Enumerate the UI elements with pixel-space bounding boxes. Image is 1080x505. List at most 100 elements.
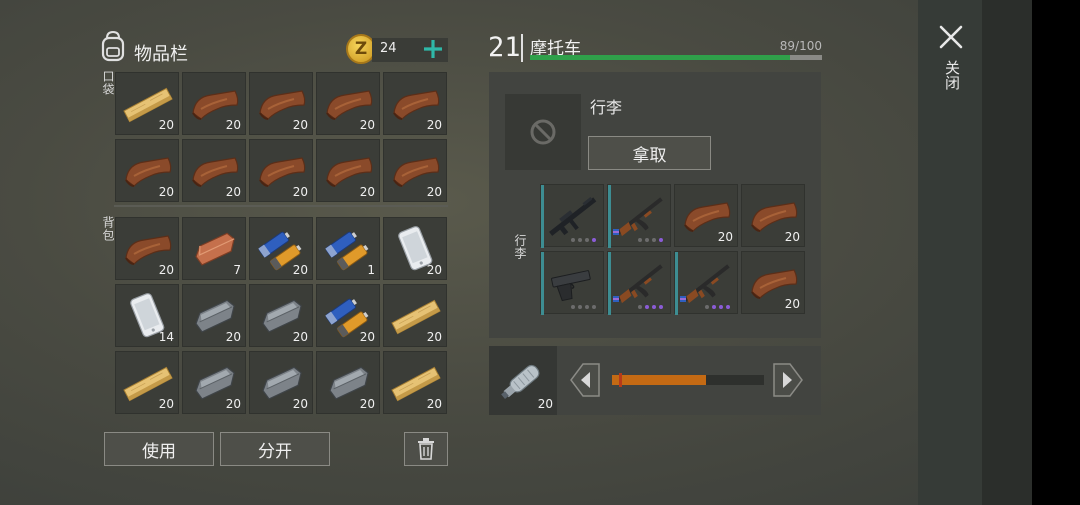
add-coins-button[interactable] (420, 36, 446, 62)
item-count: 20 (426, 185, 442, 199)
item-count: 20 (225, 397, 241, 411)
fuel-slot[interactable]: 20 (489, 346, 557, 415)
item-count: 20 (426, 397, 442, 411)
item-count: 20 (292, 118, 308, 132)
storage-slot-leather[interactable]: 20 (741, 251, 805, 314)
backpack-slot-plank[interactable]: 20 (115, 351, 179, 414)
no-item-icon (530, 119, 556, 145)
arrow-right-icon (773, 363, 803, 397)
use-button[interactable]: 使用 (104, 432, 214, 466)
quality-dots (638, 305, 663, 309)
backpack-icon (101, 30, 125, 62)
backpack-slot-leather[interactable]: 20 (115, 217, 179, 280)
far-right-bar (1032, 0, 1080, 505)
item-count: 20 (426, 330, 442, 344)
fuel-decrease-button[interactable] (569, 362, 601, 398)
close-label: 关闭 (943, 60, 961, 90)
grid-divider (114, 205, 448, 207)
storage-label: 行李 (513, 234, 527, 260)
backpack-slot-iron-ingot[interactable]: 20 (249, 284, 313, 347)
pocket-slot-leather[interactable]: 20 (316, 72, 380, 135)
storage-slot-leather[interactable]: 20 (674, 184, 738, 247)
bay-label: 行李 (590, 98, 623, 117)
pocket-slot-leather[interactable]: 20 (182, 72, 246, 135)
close-button[interactable]: 关闭 (930, 20, 972, 100)
durability-bar-fill (530, 55, 790, 60)
backpack-slot-plank[interactable]: 20 (383, 284, 447, 347)
backpack-slot-batteries[interactable]: 20 (316, 284, 380, 347)
item-count: 20 (359, 330, 375, 344)
fuel-increase-button[interactable] (772, 362, 804, 398)
fuel-bar-track[interactable] (612, 373, 764, 387)
quality-bar (608, 185, 611, 248)
fuel-count: 20 (537, 397, 553, 411)
pocket-slot-plank[interactable]: 20 (115, 72, 179, 135)
item-count: 20 (717, 230, 733, 244)
storage-slot-ak-rifle[interactable] (674, 251, 738, 315)
durability-bar-track (530, 55, 822, 60)
storage-slot-ak-rifle[interactable] (607, 251, 671, 315)
trash-button[interactable] (404, 432, 448, 466)
quality-bar (675, 252, 678, 315)
backpack-slot-batteries[interactable]: 1 (316, 217, 380, 280)
quality-bar (541, 185, 544, 248)
plus-icon (424, 40, 442, 58)
pocket-slot-leather[interactable]: 20 (182, 139, 246, 202)
backpack-slot-smartphone[interactable]: 14 (115, 284, 179, 347)
item-count: 20 (158, 397, 174, 411)
storage-slot-leather[interactable]: 20 (741, 184, 805, 247)
item-count: 20 (158, 118, 174, 132)
item-count: 20 (158, 185, 174, 199)
item-count: 20 (225, 118, 241, 132)
fuel-bar-fill (612, 375, 707, 385)
item-count: 20 (292, 185, 308, 199)
storage-slot-ak-rifle[interactable] (607, 184, 671, 248)
pocket-slot-leather[interactable]: 20 (383, 139, 447, 202)
backpack-slot-copper-ingot[interactable]: 7 (182, 217, 246, 280)
pocket-slot-leather[interactable]: 20 (115, 139, 179, 202)
item-count: 20 (784, 230, 800, 244)
item-count: 1 (367, 263, 375, 277)
item-count: 20 (426, 118, 442, 132)
item-count: 7 (233, 263, 241, 277)
pocket-slot-leather[interactable]: 20 (383, 72, 447, 135)
vehicle-level: 21 (488, 32, 521, 63)
backpack-slot-iron-ingot[interactable]: 20 (316, 351, 380, 414)
quality-dots (638, 238, 663, 242)
backpack-slot-iron-ingot[interactable]: 20 (182, 351, 246, 414)
inventory-title: 物品栏 (134, 44, 188, 65)
backpack-slot-iron-ingot[interactable]: 20 (182, 284, 246, 347)
item-count: 20 (158, 263, 174, 277)
durability-text: 89/100 (779, 39, 822, 53)
backpack-slot-batteries[interactable]: 20 (249, 217, 313, 280)
item-count: 20 (292, 263, 308, 277)
backpack-slot-iron-ingot[interactable]: 20 (249, 351, 313, 414)
quality-dots (705, 305, 730, 309)
item-count: 20 (359, 397, 375, 411)
bay-slot[interactable] (505, 94, 581, 170)
item-count: 14 (158, 330, 174, 344)
item-count: 20 (359, 118, 375, 132)
coin-count: 24 (380, 41, 397, 56)
arrow-left-icon (570, 363, 600, 397)
pocket-slot-leather[interactable]: 20 (316, 139, 380, 202)
storage-slot-m16-rifle[interactable] (540, 184, 604, 248)
backpack-slot-smartphone[interactable]: 20 (383, 217, 447, 280)
quality-dots (571, 238, 596, 242)
item-count: 20 (292, 397, 308, 411)
quality-bar (608, 252, 611, 315)
split-button[interactable]: 分开 (220, 432, 330, 466)
close-icon (939, 25, 963, 49)
item-count: 20 (784, 297, 800, 311)
quality-dots (571, 305, 596, 309)
pocket-slot-leather[interactable]: 20 (249, 72, 313, 135)
item-count: 20 (225, 330, 241, 344)
item-count: 20 (426, 263, 442, 277)
item-count: 20 (292, 330, 308, 344)
take-button[interactable]: 拿取 (588, 136, 711, 170)
backpack-slot-plank[interactable]: 20 (383, 351, 447, 414)
storage-slot-pistol[interactable] (540, 251, 604, 315)
quality-bar (541, 252, 544, 315)
pocket-slot-leather[interactable]: 20 (249, 139, 313, 202)
item-count: 20 (359, 185, 375, 199)
